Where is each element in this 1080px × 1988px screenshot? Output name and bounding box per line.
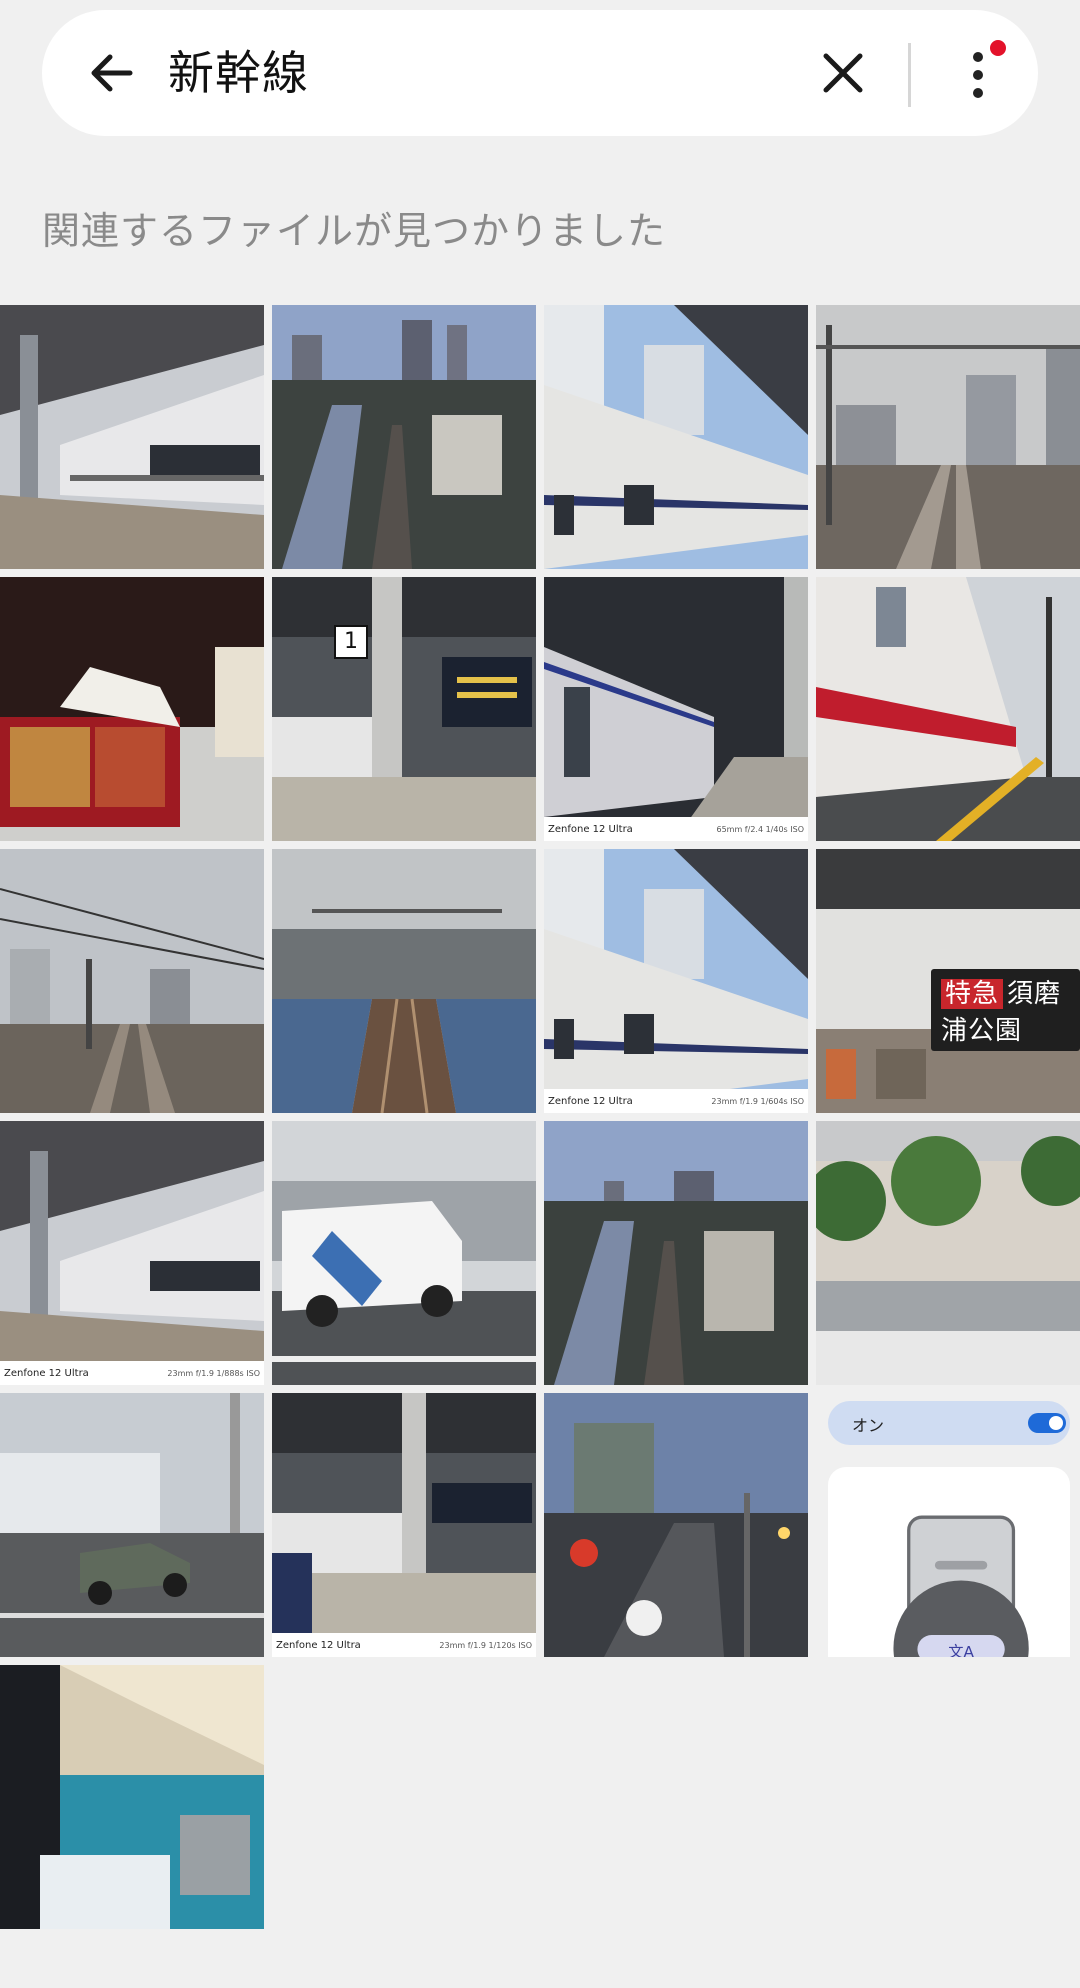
destination-sign: 特急 須磨浦公園 [931, 969, 1080, 1051]
photo-thumbnail[interactable] [544, 1393, 808, 1657]
photo-thumbnail[interactable] [0, 849, 264, 1113]
watermark-meta: 23mm f/1.9 1/120s ISO [439, 1640, 532, 1650]
svg-text:文A: 文A [948, 1643, 974, 1657]
photo-watermark: Zenfone 12 Ultra 23mm f/1.9 1/888s ISO [0, 1361, 264, 1385]
photo-watermark: Zenfone 12 Ultra 65mm f/2.4 1/40s ISO [544, 817, 808, 841]
photo-thumbnail[interactable] [0, 1393, 264, 1657]
search-query[interactable]: 新幹線 [168, 40, 309, 106]
divider [908, 43, 911, 107]
preview-card: 文A [828, 1467, 1070, 1657]
photo-thumbnail[interactable]: 特急 須磨浦公園 [816, 849, 1080, 1113]
phone-translate-illustration: 文A [893, 1515, 1029, 1657]
photo-thumbnail[interactable] [0, 577, 264, 841]
photo-watermark: Zenfone 12 Ultra 23mm f/1.9 1/604s ISO [544, 1089, 808, 1113]
back-button[interactable] [82, 43, 142, 103]
photo-thumbnail[interactable] [816, 577, 1080, 841]
photo-thumbnail[interactable]: 1 [272, 577, 536, 841]
toggle-label: オン [852, 1416, 885, 1435]
arrow-left-icon [91, 54, 133, 92]
watermark-brand: Zenfone 12 Ultra [4, 1367, 89, 1379]
photo-thumbnail[interactable] [272, 305, 536, 569]
settings-screenshot-thumbnail[interactable]: オン 文A [816, 1393, 1080, 1657]
express-label: 特急 [941, 979, 1004, 1009]
photo-thumbnail[interactable] [816, 1121, 1080, 1385]
photo-thumbnail[interactable]: Zenfone 12 Ultra 65mm f/2.4 1/40s ISO [544, 577, 808, 841]
photo-thumbnail[interactable] [544, 305, 808, 569]
toggle-row: オン [828, 1401, 1070, 1445]
photo-thumbnail[interactable]: Zenfone 12 Ultra 23mm f/1.9 1/888s ISO [0, 1121, 264, 1385]
photo-thumbnail[interactable] [272, 1121, 536, 1385]
close-icon [823, 53, 863, 93]
toggle-switch [1028, 1413, 1066, 1433]
watermark-meta: 65mm f/2.4 1/40s ISO [716, 824, 805, 834]
watermark-brand: Zenfone 12 Ultra [548, 823, 633, 835]
platform-number-sign: 1 [334, 625, 368, 659]
photo-thumbnail[interactable] [544, 1121, 808, 1385]
search-bar: 新幹線 [42, 10, 1038, 136]
watermark-brand: Zenfone 12 Ultra [276, 1639, 361, 1651]
photo-thumbnail[interactable] [816, 305, 1080, 569]
notification-dot [990, 40, 1006, 56]
watermark-brand: Zenfone 12 Ultra [548, 1095, 633, 1107]
photo-thumbnail[interactable] [0, 1665, 264, 1929]
photo-thumbnail[interactable]: Zenfone 12 Ultra 23mm f/1.9 1/604s ISO [544, 849, 808, 1113]
clear-button[interactable] [818, 48, 868, 98]
photo-watermark: Zenfone 12 Ultra 23mm f/1.9 1/120s ISO [272, 1633, 536, 1657]
watermark-meta: 23mm f/1.9 1/888s ISO [167, 1368, 260, 1378]
results-message: 関連するファイルが見つかりました [42, 209, 667, 253]
photo-thumbnail[interactable] [0, 305, 264, 569]
watermark-meta: 23mm f/1.9 1/604s ISO [711, 1096, 804, 1106]
photo-thumbnail[interactable]: Zenfone 12 Ultra 23mm f/1.9 1/120s ISO [272, 1393, 536, 1657]
photo-thumbnail[interactable] [272, 849, 536, 1113]
